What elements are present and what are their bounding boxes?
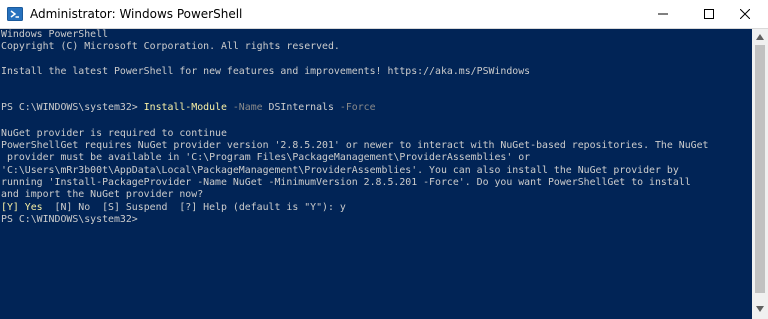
scroll-up-icon[interactable] (755, 33, 765, 41)
nuget-message-line: provider must be available in 'C:\Progra… (1, 152, 531, 163)
choice-yes: [Y] Yes (1, 202, 43, 213)
console-output[interactable]: Windows PowerShell Copyright (C) Microso… (0, 29, 752, 319)
command-name: Install-Module (143, 102, 227, 113)
scroll-down-icon[interactable] (755, 305, 765, 313)
scrollbar-thumb[interactable] (755, 45, 765, 293)
prompt: PS C:\WINDOWS\system32> (1, 102, 144, 113)
nuget-message-line: PowerShellGet requires NuGet provider ve… (1, 140, 709, 151)
close-icon (740, 9, 750, 19)
title-bar[interactable]: Administrator: Windows PowerShell (0, 0, 768, 29)
close-button[interactable] (722, 0, 768, 28)
command-argument: DSInternals (268, 102, 334, 113)
console-copyright-line: Copyright (C) Microsoft Corporation. All… (1, 41, 340, 52)
nuget-message-line: 'C:\Users\mRr3b00t\AppData\Local\Package… (1, 165, 679, 176)
minimize-button[interactable] (640, 0, 686, 28)
vertical-scrollbar[interactable] (752, 29, 768, 319)
command-parameter-force: -Force (333, 102, 376, 113)
console-header-line: Windows PowerShell (1, 29, 109, 40)
powershell-window: Administrator: Windows PowerShell Window… (0, 0, 768, 319)
window-title: Administrator: Windows PowerShell (30, 7, 243, 21)
command-parameter-name: -Name (226, 102, 269, 113)
choice-line: [Y] Yes [N] No [S] Suspend [?] Help (def… (1, 202, 346, 214)
install-hint-line: Install the latest PowerShell for new fe… (1, 66, 531, 77)
maximize-icon (704, 9, 714, 19)
nuget-message-line: running 'Install-PackageProvider -Name N… (1, 177, 691, 188)
minimize-icon (658, 13, 668, 15)
command-line: PS C:\WINDOWS\system32> Install-Module -… (1, 102, 376, 114)
nuget-heading: NuGet provider is required to continue (1, 128, 227, 139)
nuget-message-line: and import the NuGet provider now? (1, 189, 204, 200)
prompt-line: PS C:\WINDOWS\system32> (1, 214, 138, 225)
powershell-icon (7, 6, 23, 22)
choice-options: [N] No [S] Suspend [?] Help (default is … (42, 202, 346, 213)
